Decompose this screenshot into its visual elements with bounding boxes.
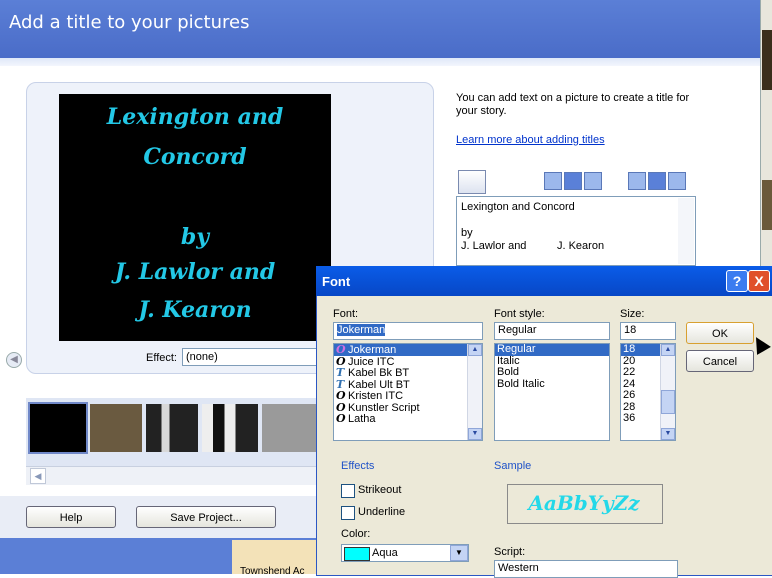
align-center-icon[interactable]: [564, 172, 582, 190]
color-swatch: [344, 547, 370, 561]
filmstrip-frame[interactable]: [146, 404, 198, 452]
preview-screen: Lexington and Concord by J. Lawlor and J…: [59, 94, 331, 341]
sample-text: AaBbYyZz: [528, 491, 640, 515]
align-bottom-icon[interactable]: [668, 172, 686, 190]
strip-thumbnail: [762, 30, 772, 90]
font-list-item[interactable]: O Kunstler Script: [334, 401, 482, 413]
align-top-icon[interactable]: [628, 172, 646, 190]
preview-title-line: Lexington and: [106, 104, 284, 130]
scroll-up-icon[interactable]: ▲: [661, 344, 675, 356]
text-area-scrollbar[interactable]: [678, 198, 694, 264]
font-style-item[interactable]: Bold: [495, 366, 609, 379]
preview-title-line: by: [180, 224, 210, 250]
font-name-value: Jokerman: [337, 324, 386, 336]
size-input[interactable]: 18: [620, 322, 676, 340]
title-text-line: by: [461, 227, 473, 239]
title-text-blank: [461, 214, 691, 227]
effect-label: Effect:: [146, 352, 177, 364]
font-label: Font:: [333, 308, 359, 320]
dialog-title: Font: [322, 274, 351, 289]
font-style-item[interactable]: Bold Italic: [495, 378, 609, 391]
effects-label: Effects: [341, 460, 375, 472]
scroll-thumb[interactable]: [661, 390, 675, 414]
back-arrow-icon[interactable]: ◀: [6, 352, 22, 368]
underline-checkbox[interactable]: [341, 506, 355, 520]
learn-more-link[interactable]: Learn more about adding titles: [456, 134, 605, 146]
scroll-up-icon[interactable]: ▲: [468, 344, 482, 356]
cancel-button[interactable]: Cancel: [686, 350, 754, 372]
scroll-down-icon[interactable]: ▼: [661, 428, 675, 440]
size-list[interactable]: 18 20 22 24 26 28 36 ▲ ▼: [620, 343, 676, 441]
chevron-down-icon[interactable]: ▼: [450, 545, 468, 561]
scroll-left-icon[interactable]: ◀: [30, 468, 46, 484]
page-title: Add a title to your pictures: [9, 12, 250, 33]
color-label: Color:: [341, 528, 371, 540]
font-style-input[interactable]: Regular: [494, 322, 610, 340]
preview-title-line: J. Kearon: [138, 297, 252, 323]
title-text-area[interactable]: Lexington and Concord by J. Lawlor and J…: [456, 196, 696, 266]
help-button[interactable]: Help: [26, 506, 116, 528]
font-style-item[interactable]: Regular: [495, 344, 609, 356]
font-name-input[interactable]: Jokerman: [333, 322, 483, 340]
filmstrip-frame[interactable]: [262, 404, 320, 452]
font-list-item[interactable]: O Jokerman: [334, 344, 482, 356]
size-list-scrollbar[interactable]: ▲ ▼: [660, 344, 675, 440]
script-label: Script:: [494, 546, 526, 558]
edit-text-icon[interactable]: [458, 170, 486, 194]
filmstrip-frame[interactable]: [28, 402, 88, 454]
title-text-line: Lexington and Concord: [461, 201, 575, 213]
dialog-titlebar[interactable]: [316, 266, 772, 296]
font-list[interactable]: O Jokerman O Juice ITC T Kabel Bk BT T Kabel…: [333, 343, 483, 441]
save-project-button[interactable]: Save Project...: [136, 506, 276, 528]
sample-label: Sample: [494, 460, 532, 472]
align-right-icon[interactable]: [584, 172, 602, 190]
align-middle-icon[interactable]: [648, 172, 666, 190]
font-list-item[interactable]: O Latha: [334, 413, 482, 425]
font-style-list[interactable]: Regular Italic Bold Bold Italic: [494, 343, 610, 441]
filmstrip-scrollbar[interactable]: [26, 466, 326, 485]
font-list-scrollbar[interactable]: ▲ ▼: [467, 344, 482, 440]
color-value: Aqua: [372, 547, 398, 559]
preview-title-line: Concord: [143, 144, 247, 170]
effect-select[interactable]: (none): [182, 348, 322, 366]
size-label: Size:: [620, 308, 645, 320]
font-style-label: Font style:: [494, 308, 545, 320]
font-list-item[interactable]: O Kristen ITC: [334, 390, 482, 402]
strikeout-label: Strikeout: [358, 484, 402, 496]
title-text-line: J. Lawlor and J. Kearon: [461, 240, 605, 252]
font-list-item[interactable]: T Kabel Bk BT: [334, 367, 482, 379]
help-icon[interactable]: ?: [726, 270, 748, 292]
strikeout-checkbox[interactable]: [341, 484, 355, 498]
filmstrip-frame[interactable]: [90, 404, 142, 452]
intro-text: You can add text on a picture to create …: [456, 92, 690, 117]
align-left-icon[interactable]: [544, 172, 562, 190]
underline-label: Underline: [358, 506, 406, 518]
close-icon[interactable]: X: [748, 270, 770, 292]
header-divider: [0, 58, 760, 66]
townshend-label: Townshend Ac: [240, 566, 305, 577]
font-list-item[interactable]: O Juice ITC: [334, 355, 482, 367]
ok-button[interactable]: OK: [686, 322, 754, 344]
scroll-down-icon[interactable]: ▼: [468, 428, 482, 440]
strip-thumbnail: [762, 180, 772, 230]
preview-title-line: J. Lawlor and: [114, 259, 276, 285]
filmstrip-frame[interactable]: [202, 404, 258, 452]
font-list-item[interactable]: T Kabel Ult BT: [334, 378, 482, 390]
script-select[interactable]: Western: [494, 560, 678, 578]
